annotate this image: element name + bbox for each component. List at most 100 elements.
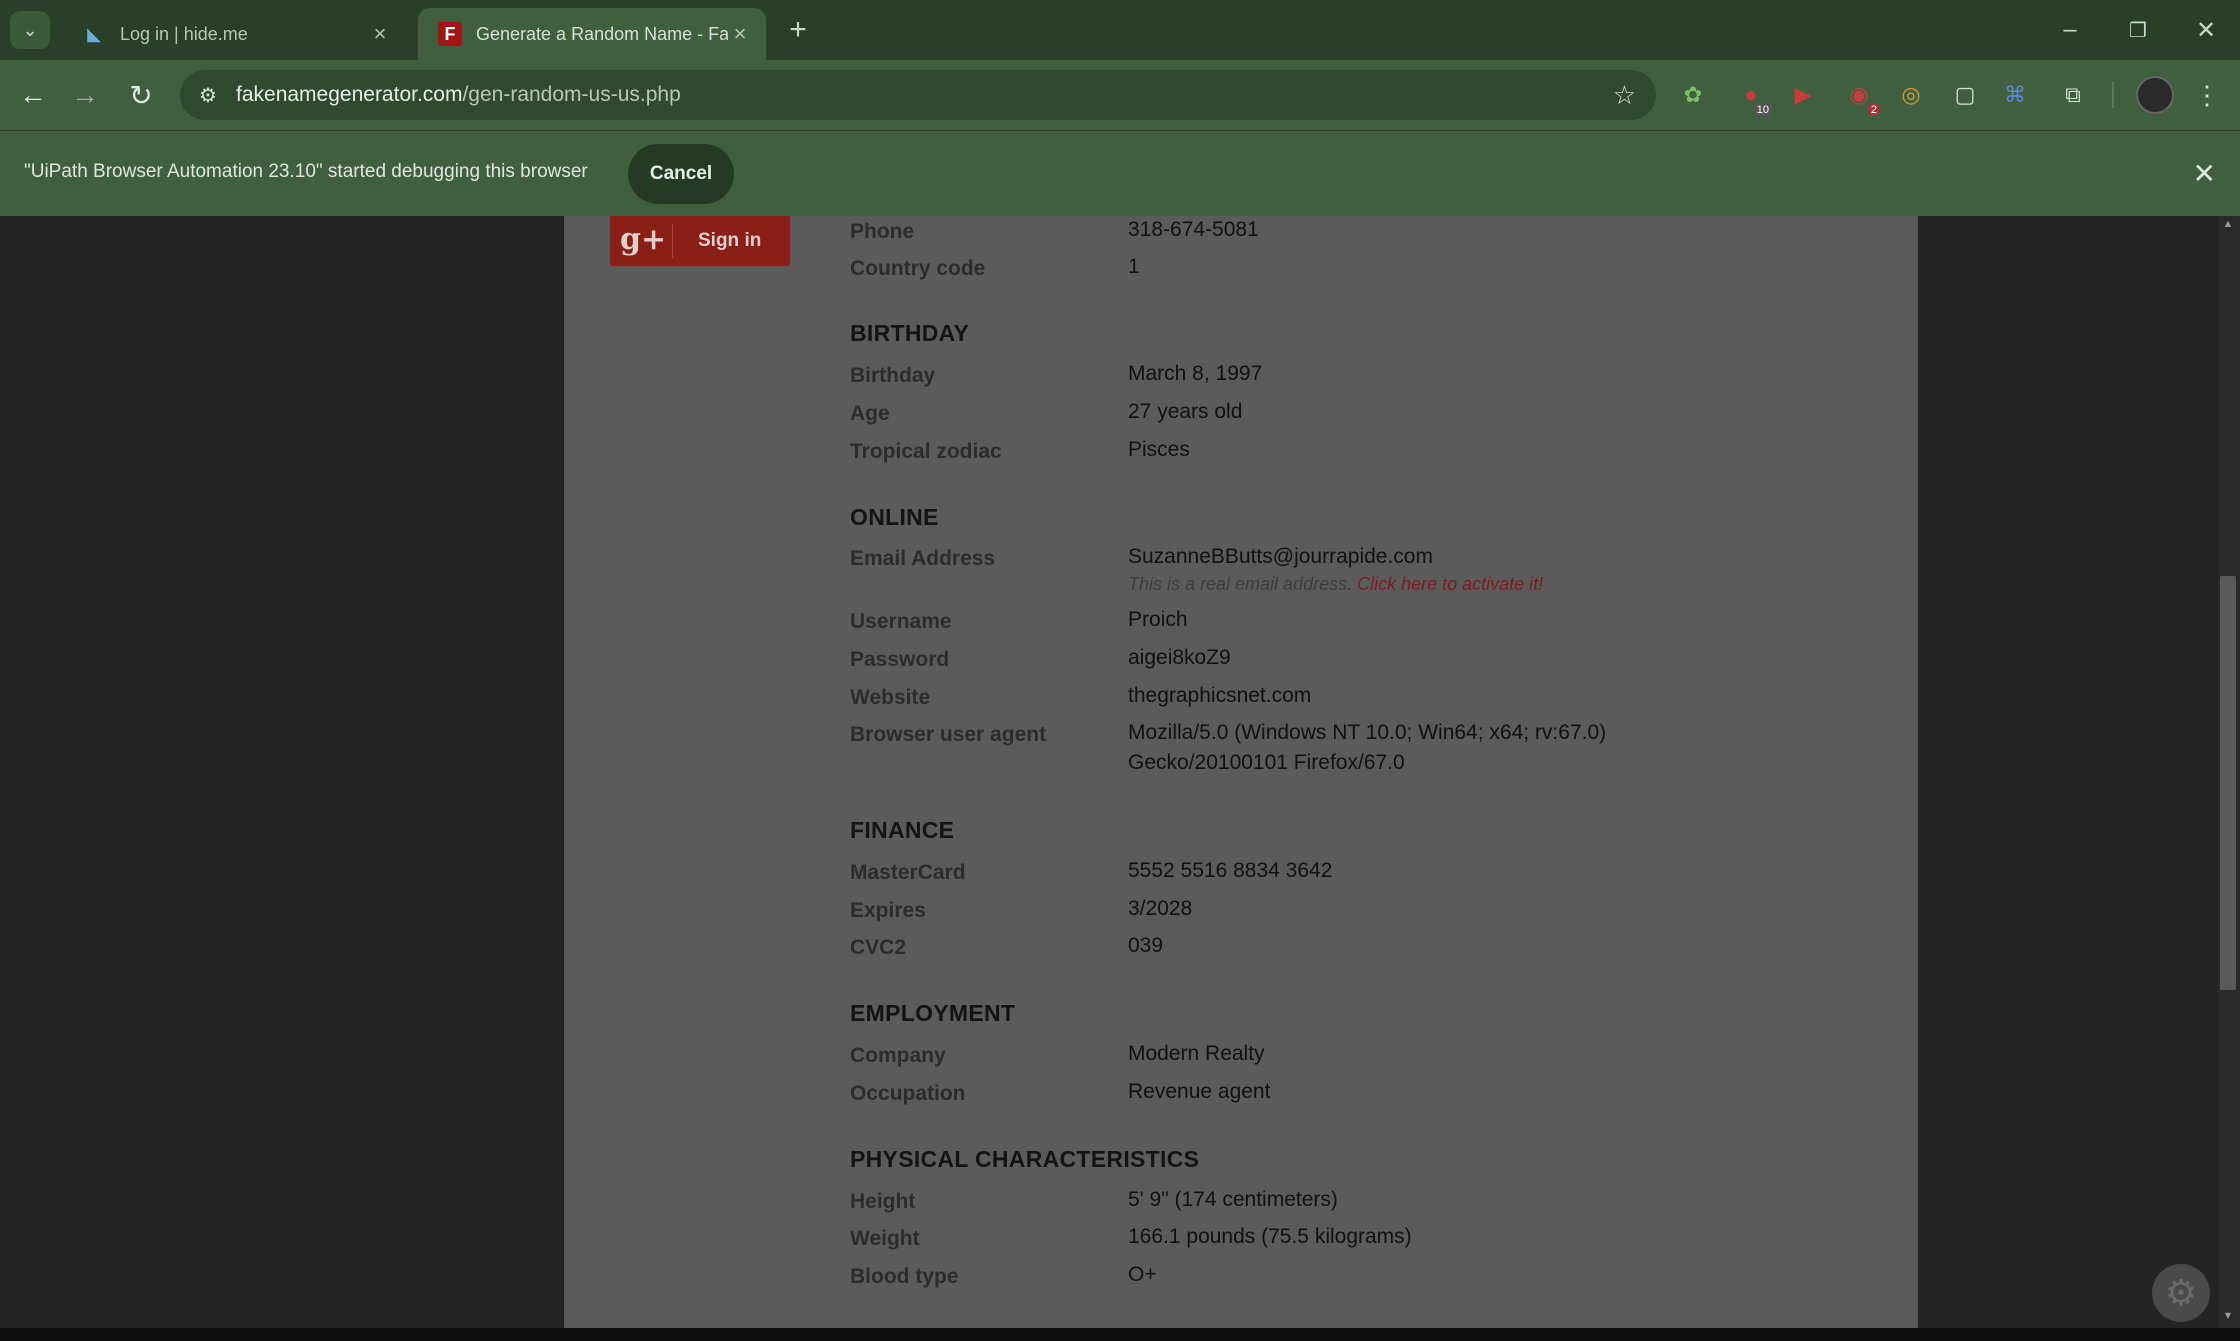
activate-email-link[interactable]: Click here to activate it! [1357,574,1543,594]
arrow-right-icon: → [71,79,99,110]
url-host: fakenamegenerator.com [236,83,463,106]
forward-button[interactable]: → [66,76,104,114]
field-label: Tropical zodiac [850,440,1002,463]
field-value-line1: Mozilla/5.0 (Windows NT 10.0; Win64; x64… [1128,721,1607,744]
google-plus-signin-button[interactable]: g+ Sign in [610,216,790,266]
field-label: Phone [850,220,915,243]
scroll-down-arrow-icon[interactable]: ▼ [2220,1310,2236,1324]
field-value: 27 years old [1128,400,1243,423]
extension-color-icon[interactable]: ✿ [1676,78,1710,112]
field-value: 5' 9" (174 centimeters) [1128,1188,1338,1211]
field-label: Company [850,1044,946,1067]
field-value: Pisces [1128,438,1190,461]
fakename-favicon-icon: F [438,22,462,46]
tab-fake-name-generator[interactable]: F Generate a Random Name - Fa × [418,8,766,60]
toolbar-divider [2112,82,2114,108]
profile-avatar[interactable] [2136,76,2174,114]
field-label: Browser user agent [850,723,1047,746]
field-value: Revenue agent [1128,1080,1271,1103]
bookmark-star-icon[interactable]: ☆ [1613,80,1636,111]
tab-title: Generate a Random Name - Fa [476,23,728,44]
tab-strip: ⌄ ◣ Log in | hide.me × F Generate a Rand… [0,0,2240,60]
field-label: Occupation [850,1082,966,1105]
translate-icon[interactable]: ⌘ [1998,78,2032,112]
field-value: 1 [1128,255,1140,278]
restore-button[interactable]: ❐ [2118,12,2158,48]
field-value: 3/2028 [1128,897,1193,920]
close-infobar-icon[interactable]: ✕ [2193,157,2216,190]
field-value: aigei8koZ9 [1128,646,1231,669]
signin-divider [672,224,673,258]
extension-orange-icon[interactable]: ◎ [1894,78,1928,112]
field-label: Birthday [850,364,936,387]
taskbar-edge [0,1328,2240,1341]
field-value: O+ [1128,1263,1157,1286]
section-title-employment: EMPLOYMENT [850,1000,1016,1026]
debugging-infobar: "UiPath Browser Automation 23.10" starte… [0,130,2240,216]
extension-badge: 2 [1867,104,1880,116]
scroll-up-arrow-icon[interactable]: ▲ [2220,218,2236,232]
infobar-message: "UiPath Browser Automation 23.10" starte… [24,161,588,182]
field-label: MasterCard [850,861,966,884]
field-label: Website [850,686,931,709]
field-label: Blood type [850,1265,959,1288]
scrollbar-thumb[interactable] [2220,576,2236,990]
field-value: 5552 5516 8834 3642 [1128,859,1333,882]
cancel-debug-button[interactable]: Cancel [628,144,734,204]
url-text[interactable]: fakenamegenerator.com/gen-random-us-us.p… [236,83,681,107]
reload-icon: ↻ [129,79,153,111]
tab-hide-me[interactable]: ◣ Log in | hide.me × [62,8,406,60]
tab-title: Log in | hide.me [120,23,248,44]
extension-red-icon[interactable]: ● 10 [1734,78,1772,116]
chevron-down-icon: ⌄ [22,19,38,40]
field-value: Modern Realty [1128,1042,1265,1065]
extension-page-icon[interactable]: ▢ [1948,78,1982,112]
field-value-line2: Gecko/20100101 Firefox/67.0 [1128,751,1405,774]
hideme-favicon-icon: ◣ [87,23,101,44]
extension-play-icon[interactable]: ▶ [1786,78,1820,112]
page-content: g+ Sign in Phone 318-674-5081 Country co… [0,216,2240,1328]
field-value: thegraphicsnet.com [1128,684,1312,707]
email-note: This is a real email address. Click here… [1128,574,1543,595]
minimize-button[interactable]: – [2050,12,2090,48]
extension-mask-icon[interactable]: ◉ 2 [1842,78,1880,116]
field-label: Password [850,648,950,671]
section-title-online: ONLINE [850,504,939,530]
field-label: Country code [850,257,986,280]
close-tab-icon[interactable]: × [368,21,392,47]
arrow-left-icon: ← [19,79,47,110]
menu-kebab-icon[interactable]: ⋮ [2190,78,2224,112]
field-label: Email Address [850,547,996,570]
section-title-finance: FINANCE [850,817,955,843]
field-value: 039 [1128,934,1164,957]
field-value: Proich [1128,608,1188,631]
close-tab-icon[interactable]: × [728,21,752,47]
field-label: Expires [850,899,926,922]
extension-badge: 10 [1753,104,1772,116]
close-window-button[interactable]: ✕ [2186,12,2226,48]
field-label: CVC2 [850,936,907,959]
field-value: March 8, 1997 [1128,362,1263,385]
reload-button[interactable]: ↻ [122,76,160,114]
field-value: 166.1 pounds (75.5 kilograms) [1128,1225,1412,1248]
field-label: Height [850,1190,916,1213]
field-label: Username [850,610,952,633]
back-button[interactable]: ← [14,76,52,114]
section-title-physical: PHYSICAL CHARACTERISTICS [850,1146,1200,1172]
address-bar[interactable]: ⚙ fakenamegenerator.com/gen-random-us-us… [180,70,1656,120]
extensions-puzzle-icon[interactable]: ⧉ [2056,78,2090,112]
field-label: Weight [850,1227,920,1250]
google-plus-icon: g+ [620,222,667,257]
email-note-text: This is a real email address. [1128,574,1353,594]
new-tab-button[interactable]: + [782,13,814,46]
field-label: Age [850,402,890,425]
section-title-birthday: BIRTHDAY [850,320,970,346]
field-value: 318-674-5081 [1128,218,1259,241]
tab-search-button[interactable]: ⌄ [10,11,50,49]
url-path: /gen-random-us-us.php [462,83,681,106]
browser-toolbar: ← → ↻ ⚙ fakenamegenerator.com/gen-random… [0,60,2240,130]
signin-label: Sign in [698,230,762,251]
site-settings-icon[interactable]: ⚙ [194,81,222,109]
field-value: SuzanneBButts@jourrapide.com [1128,545,1433,568]
settings-gear-icon[interactable]: ⚙ [2152,1264,2210,1322]
